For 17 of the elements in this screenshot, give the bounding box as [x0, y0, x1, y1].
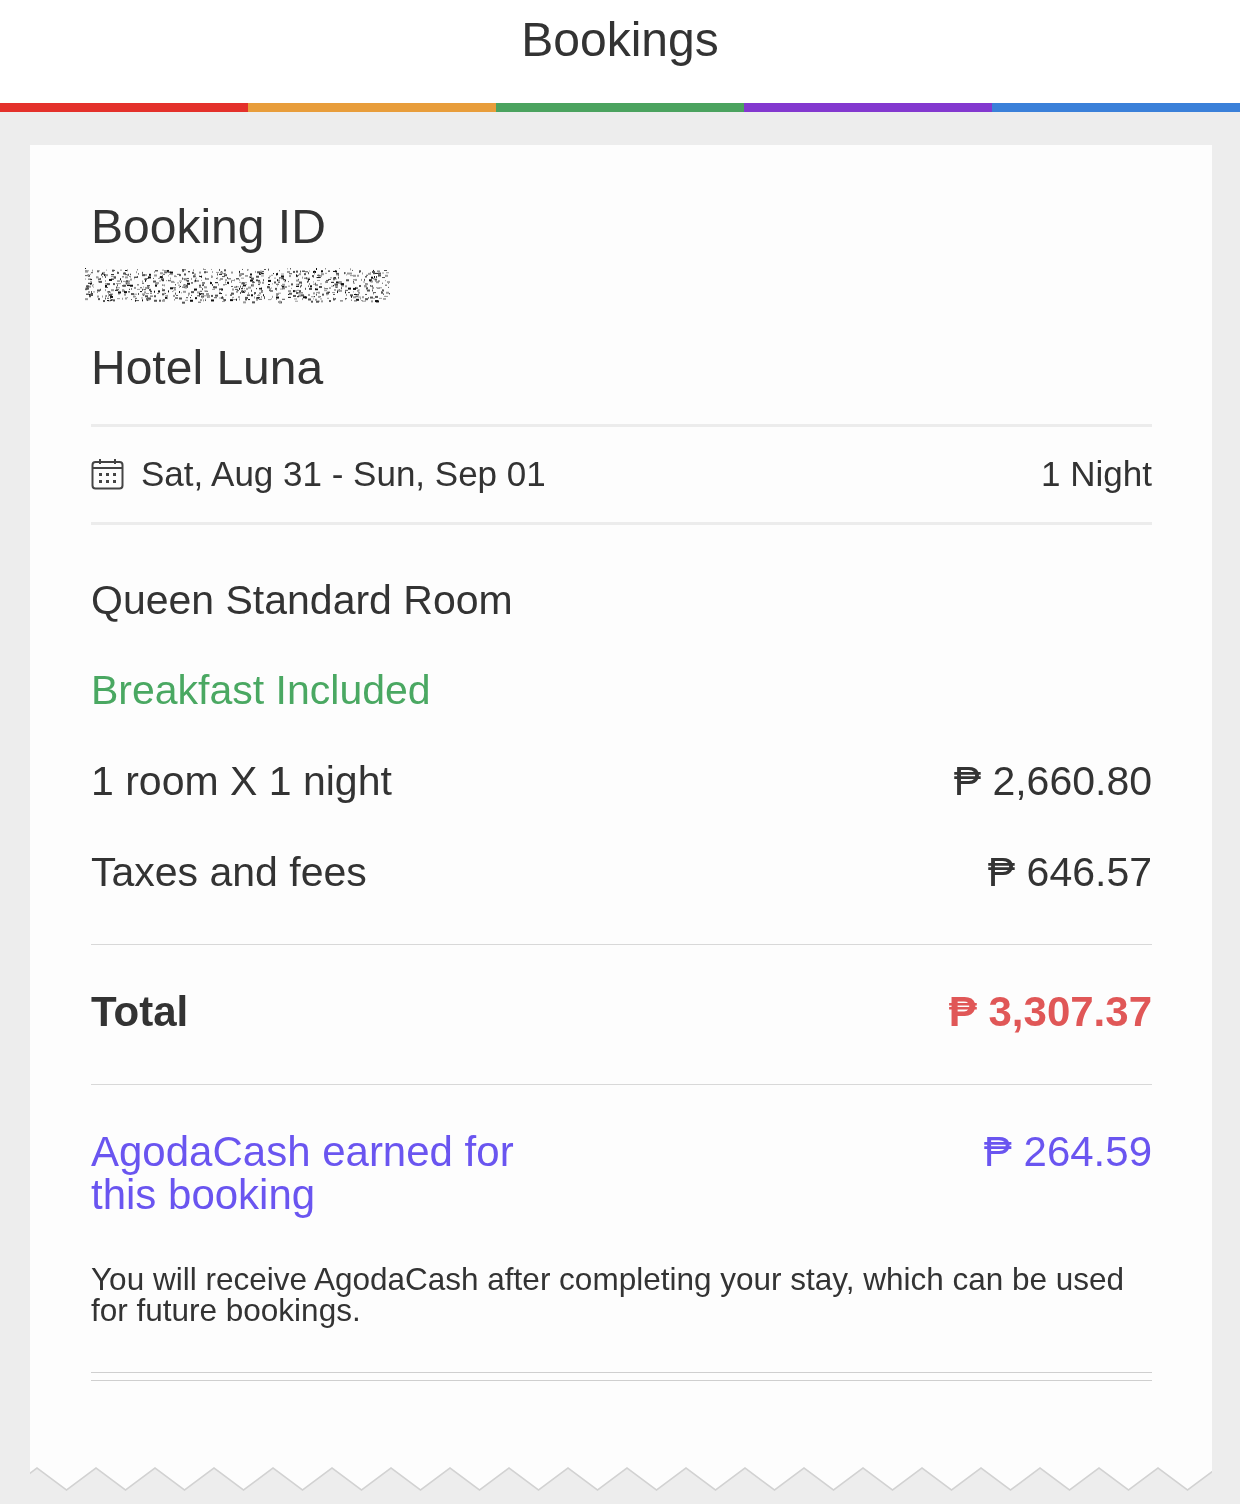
calendar-icon — [91, 458, 124, 490]
nights-count: 1 Night — [1041, 453, 1152, 495]
hotel-name: Hotel Luna — [91, 340, 325, 396]
total-label: Total — [91, 987, 189, 1037]
room-type: Queen Standard Room — [91, 576, 514, 625]
cashback-label: AgodaCash earned for this booking — [91, 1130, 515, 1216]
cashback-amount: ₱ 264.59 — [983, 1130, 1152, 1173]
booking-id-label: Booking ID — [91, 199, 327, 255]
charge-label: Taxes and fees — [91, 848, 367, 897]
page-title: Bookings — [521, 12, 719, 68]
charge-amount: ₱ 2,660.80 — [953, 757, 1152, 806]
total-amount: ₱ 3,307.37 — [948, 987, 1152, 1037]
stay-dates: Sat, Aug 31 - Sun, Sep 01 — [141, 453, 546, 495]
charge-label: 1 room X 1 night — [91, 757, 392, 806]
cashback-note: You will receive AgodaCash after completing your stay, which can be used for future bookings. — [91, 1264, 1126, 1326]
room-perk: Breakfast Included — [91, 666, 432, 715]
charge-amount: ₱ 646.57 — [987, 848, 1152, 897]
